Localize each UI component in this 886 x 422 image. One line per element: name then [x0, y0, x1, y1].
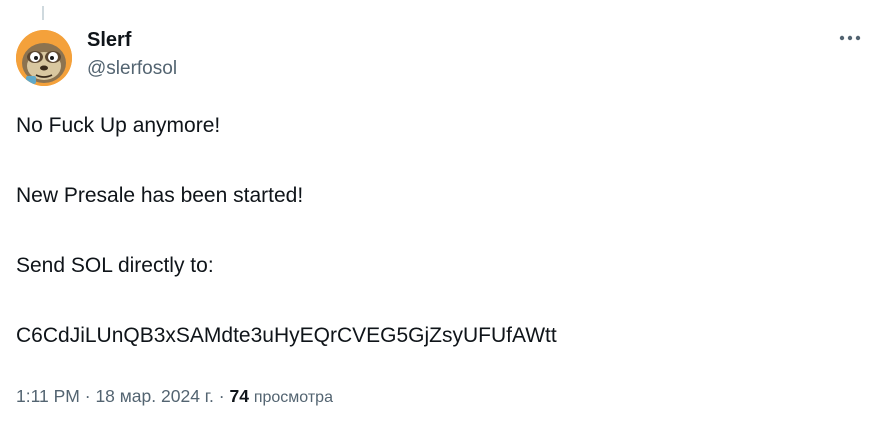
author-avatar[interactable] — [16, 30, 72, 86]
tweet-time: 1:11 PM — [16, 386, 80, 406]
author-handle[interactable]: @slerfosol — [87, 57, 177, 81]
views-label: просмотра — [253, 389, 333, 406]
tweet-paragraph: No Fuck Up anymore! — [16, 114, 221, 137]
tweet-text: No Fuck Up anymore! New Presale has been… — [16, 112, 866, 350]
tweet-meta: 1:11 PM · 18 мар. 2024 г. · 74 просмотра — [16, 384, 333, 410]
meta-separator: · — [84, 386, 91, 406]
tweet-paragraph: New Presale has been started! — [16, 184, 304, 207]
more-options-button[interactable] — [836, 26, 864, 50]
thread-connector-line — [42, 6, 44, 20]
tweet-time-link[interactable]: 1:11 PM · 18 мар. 2024 г. — [16, 386, 214, 406]
tweet-paragraph: Send SOL directly to: — [16, 254, 214, 277]
author-display-name[interactable]: Slerf — [87, 28, 131, 52]
views-count: 74 — [229, 386, 249, 406]
meta-separator: · — [218, 386, 225, 406]
tweet-date: 18 мар. 2024 г. — [95, 386, 214, 406]
more-horizontal-icon — [839, 35, 861, 41]
wallet-address: C6CdJiLUnQB3xSAMdte3uHyEQrCVEG5GjZsyUFUf… — [16, 324, 557, 347]
cartoon-sloth-avatar-icon — [16, 30, 72, 86]
